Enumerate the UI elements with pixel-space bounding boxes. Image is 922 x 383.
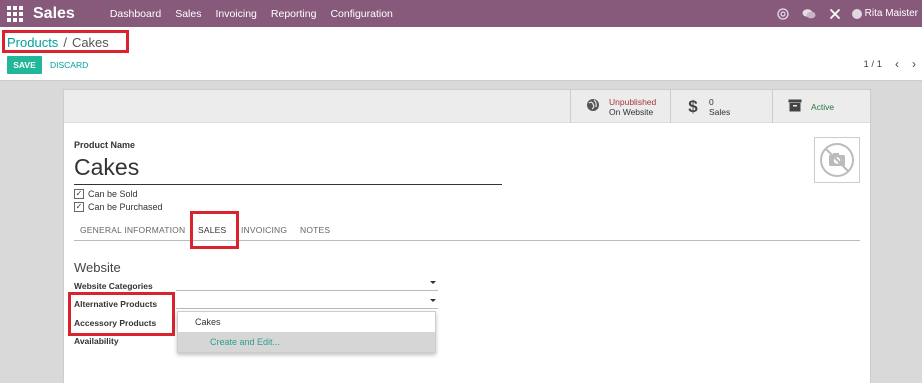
dropdown-option-cakes[interactable]: Cakes [178, 312, 435, 332]
discard-button[interactable]: DISCARD [50, 60, 88, 70]
website-status-line2: On Website [609, 106, 654, 117]
chat-bubbles-icon[interactable] [801, 6, 817, 22]
user-menu[interactable]: Rita Maister [851, 8, 918, 19]
pager-value: 1 / 1 [863, 59, 883, 70]
menu-sales[interactable]: Sales [168, 8, 208, 20]
user-name: Rita Maister [864, 8, 918, 19]
product-name-input[interactable]: Cakes [74, 154, 502, 185]
tab-invoicing[interactable]: INVOICING [241, 225, 287, 235]
can-be-sold-checkbox[interactable]: ✓ [74, 189, 84, 199]
menu-reporting[interactable]: Reporting [264, 8, 324, 20]
can-be-sold-label: Can be Sold [88, 189, 138, 199]
main-menu: Dashboard Sales Invoicing Reporting Conf… [103, 8, 400, 20]
control-panel: Products / Cakes SAVE DISCARD 1 / 1 ‹ › [0, 27, 922, 81]
product-image-placeholder[interactable] [814, 137, 860, 183]
website-status-line1: Unpublished [609, 96, 657, 107]
can-be-purchased-label: Can be Purchased [88, 202, 163, 212]
can-be-purchased-checkbox[interactable]: ✓ [74, 202, 84, 212]
dollar-icon: $ [688, 96, 698, 116]
highlight-product-fields [68, 292, 175, 336]
chevron-down-icon [430, 299, 436, 302]
website-publish-button[interactable]: Unpublished On Website [570, 90, 670, 123]
product-name-label: Product Name [74, 140, 136, 150]
menu-invoicing[interactable]: Invoicing [208, 8, 263, 20]
highlight-sales-tab [190, 211, 239, 249]
avatar [851, 8, 862, 19]
pager-previous-icon[interactable]: ‹ [895, 57, 899, 71]
autocomplete-dropdown: Cakes Create and Edit... [177, 311, 436, 353]
top-navbar: Sales Dashboard Sales Invoicing Reportin… [0, 0, 922, 27]
globe-icon [585, 98, 601, 115]
availability-label: Availability [74, 336, 119, 346]
tab-notes[interactable]: NOTES [300, 225, 330, 235]
menu-configuration[interactable]: Configuration [323, 8, 399, 20]
active-label: Active [811, 101, 835, 112]
sales-label: Sales [709, 106, 731, 117]
website-section-title: Website [74, 260, 121, 275]
at-sign-icon[interactable] [775, 6, 791, 22]
dropdown-create-and-edit[interactable]: Create and Edit... [178, 332, 435, 352]
website-categories-input[interactable] [176, 279, 438, 291]
sales-count: 0 [709, 96, 714, 107]
pager-next-icon[interactable]: › [912, 57, 916, 71]
tab-general-information[interactable]: GENERAL INFORMATION [80, 225, 185, 235]
active-toggle-button[interactable]: Active [772, 90, 870, 123]
menu-dashboard[interactable]: Dashboard [103, 8, 168, 20]
save-button[interactable]: SAVE [7, 56, 42, 74]
can-be-sold-row: ✓ Can be Sold [74, 189, 138, 199]
apps-grid-icon[interactable] [6, 5, 24, 23]
alternative-products-input[interactable] [176, 297, 438, 309]
highlight-breadcrumb [2, 30, 129, 53]
chevron-down-icon [430, 281, 436, 284]
no-camera-icon [820, 143, 854, 177]
smart-button-bar: Unpublished On Website $ 0 Sales Active [64, 90, 870, 123]
navbar-right: Rita Maister [770, 0, 922, 27]
debug-tools-icon[interactable] [827, 6, 843, 22]
app-brand: Sales [33, 4, 75, 22]
archive-icon [787, 99, 803, 115]
website-categories-label: Website Categories [74, 281, 153, 291]
sales-count-button[interactable]: $ 0 Sales [670, 90, 772, 123]
can-be-purchased-row: ✓ Can be Purchased [74, 202, 163, 212]
